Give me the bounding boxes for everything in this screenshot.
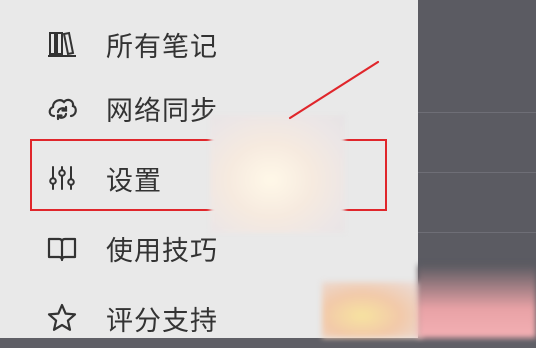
blurred-watermark (210, 115, 345, 233)
blurred-watermark (418, 265, 536, 338)
book-open-icon (44, 230, 80, 266)
blurred-watermark (322, 282, 422, 338)
divider (418, 172, 536, 173)
divider (418, 232, 536, 233)
menu-item-all-notes[interactable]: 所有笔记 (30, 14, 390, 74)
menu-item-label: 网络同步 (106, 95, 218, 127)
menu-item-label: 所有笔记 (106, 31, 218, 63)
star-icon (44, 300, 80, 336)
books-icon (44, 26, 80, 62)
menu-item-label: 评分支持 (106, 305, 218, 337)
menu-item-label: 使用技巧 (106, 235, 218, 267)
divider (418, 112, 536, 113)
cloud-sync-icon (44, 90, 80, 126)
